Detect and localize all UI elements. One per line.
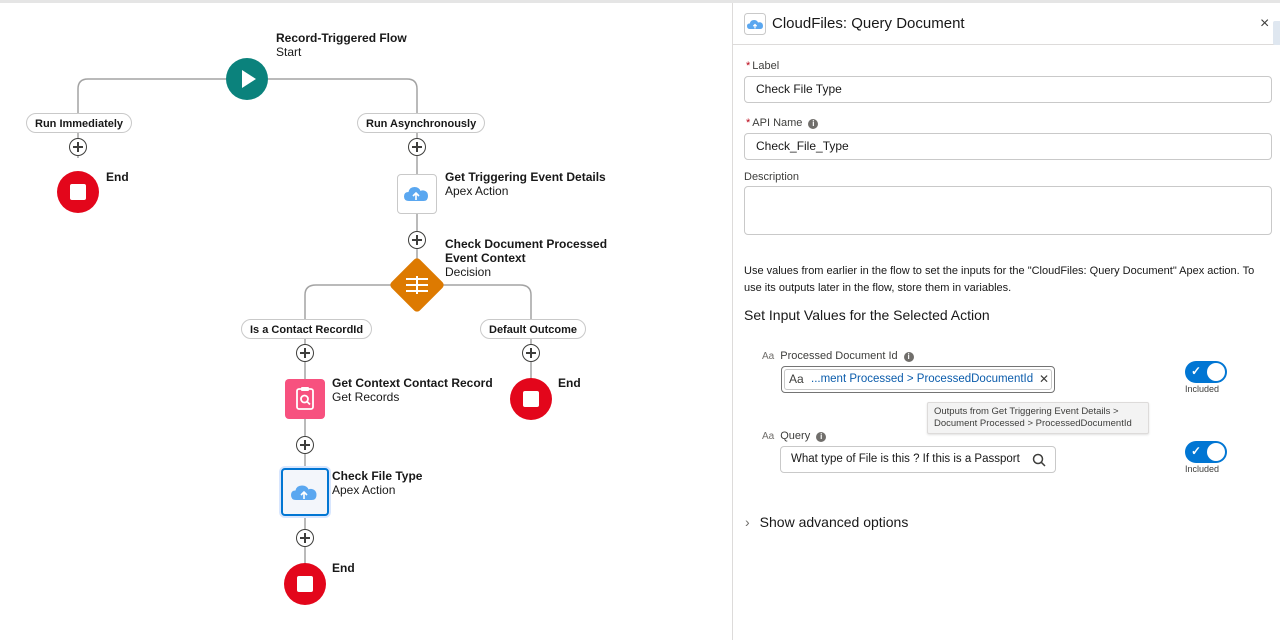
check-file-type-label: Check File Type Apex Action: [332, 469, 422, 497]
end-node[interactable]: [57, 171, 99, 213]
path-run-immediately[interactable]: Run Immediately: [26, 113, 133, 133]
end-title: End: [106, 170, 129, 184]
check-file-type-node[interactable]: [281, 468, 329, 516]
search-icon[interactable]: [1032, 453, 1046, 467]
add-element-button[interactable]: [296, 344, 314, 362]
description-field-label: Description: [744, 171, 800, 183]
check-file-type-subtitle: Apex Action: [332, 483, 396, 497]
end-label: End: [106, 170, 129, 184]
start-subtitle: Start: [276, 45, 302, 59]
param-label-text: Processed Document Id: [780, 350, 898, 362]
required-mark: *: [746, 60, 751, 72]
check-icon: ✓: [1191, 444, 1202, 458]
query-input[interactable]: What type of File is this ? If this is a…: [780, 446, 1056, 473]
decision-title-line2: Event Context: [445, 251, 526, 265]
decision-label: Check Document Processed Event Context D…: [445, 237, 607, 279]
end-label: End: [332, 561, 355, 575]
processed-document-id-input[interactable]: Aa ...ment Processed > ProcessedDocument…: [781, 366, 1055, 393]
param-query-label: Aa Query i: [762, 430, 827, 442]
section-title: Set Input Values for the Selected Action: [744, 307, 990, 323]
panel-header: CloudFiles: Query Document ×: [733, 3, 1280, 45]
add-element-button[interactable]: [69, 138, 87, 156]
included-label: Included: [1185, 384, 1220, 394]
chevron-right-icon: ›: [745, 514, 750, 530]
end-title: End: [558, 376, 581, 390]
end-node[interactable]: [510, 378, 552, 420]
show-advanced-options[interactable]: › Show advanced options: [745, 514, 908, 530]
start-title: Record-Triggered Flow: [276, 31, 407, 45]
api-name-field-label: * API Name i: [746, 117, 819, 129]
cloudfiles-icon: [744, 13, 766, 35]
param-label-text: Query: [780, 430, 811, 442]
description-textarea[interactable]: [744, 186, 1272, 235]
get-context-contact-subtitle: Get Records: [332, 390, 400, 404]
start-label: Record-Triggered Flow Start: [276, 31, 407, 59]
cloud-upload-icon: [291, 485, 317, 500]
resource-tooltip: Outputs from Get Triggering Event Detail…: [927, 402, 1149, 434]
add-element-button[interactable]: [408, 231, 426, 249]
check-file-type-title: Check File Type: [332, 469, 423, 483]
resource-pill[interactable]: Aa ...ment Processed > ProcessedDocument…: [784, 369, 1052, 390]
query-value: What type of File is this ? If this is a…: [791, 453, 1020, 465]
add-element-button[interactable]: [522, 344, 540, 362]
outcome-default[interactable]: Default Outcome: [480, 319, 587, 339]
close-button[interactable]: ×: [1260, 15, 1269, 33]
help-text: Use values from earlier in the flow to s…: [744, 265, 1255, 294]
decision-icon: [406, 276, 428, 294]
check-icon: ✓: [1191, 364, 1202, 378]
panel-title: CloudFiles: Query Document: [772, 15, 965, 32]
label-input[interactable]: Check File Type: [744, 76, 1272, 103]
get-context-contact-node[interactable]: [285, 379, 325, 419]
query-toggle[interactable]: ✓: [1185, 441, 1227, 463]
label-text: Label: [752, 60, 780, 72]
panel-edge-handle[interactable]: [1273, 21, 1280, 45]
get-triggering-event-label: Get Triggering Event Details Apex Action: [445, 170, 606, 198]
api-name-text: API Name: [752, 117, 803, 129]
end-label: End: [558, 376, 581, 390]
param-processed-document-id-label: Aa Processed Document Id i: [762, 350, 914, 362]
end-title: End: [332, 561, 355, 575]
add-element-button[interactable]: [296, 529, 314, 547]
included-label: Included: [1185, 464, 1220, 474]
tooltip-line1: Outputs from Get Triggering Event Detail…: [934, 406, 1119, 417]
properties-panel: CloudFiles: Query Document × * Label Chec…: [732, 3, 1280, 640]
end-node[interactable]: [284, 563, 326, 605]
flow-canvas[interactable]: Record-Triggered Flow Start Run Immediat…: [0, 3, 732, 640]
required-mark: *: [746, 117, 751, 129]
decision-subtitle: Decision: [445, 265, 492, 279]
cloud-upload-icon: [404, 187, 428, 201]
resource-pill-value: ...ment Processed > ProcessedDocumentId: [811, 373, 1034, 385]
label-field-label: * Label: [746, 60, 779, 72]
get-triggering-event-node[interactable]: [397, 174, 437, 214]
text-type-icon: Aa: [789, 372, 804, 386]
add-element-button[interactable]: [296, 436, 314, 454]
text-type-icon: Aa: [762, 351, 775, 362]
path-run-asynchronously[interactable]: Run Asynchronously: [357, 113, 486, 133]
info-icon[interactable]: i: [816, 432, 827, 442]
get-context-contact-title: Get Context Contact Record: [332, 376, 493, 390]
tooltip-line2: Document Processed > ProcessedDocumentId: [934, 418, 1132, 429]
start-node[interactable]: [226, 58, 268, 100]
decision-title-line1: Check Document Processed: [445, 237, 608, 251]
text-type-icon: Aa: [762, 431, 775, 442]
get-records-icon: [296, 387, 314, 410]
api-name-input[interactable]: Check_File_Type: [744, 133, 1272, 160]
add-element-button[interactable]: [408, 138, 426, 156]
advanced-label: Show advanced options: [759, 514, 909, 530]
get-triggering-event-subtitle: Apex Action: [445, 184, 509, 198]
get-triggering-event-title: Get Triggering Event Details: [445, 170, 606, 184]
outcome-is-contact-recordid[interactable]: Is a Contact RecordId: [241, 319, 373, 339]
info-icon[interactable]: i: [808, 119, 819, 129]
info-icon[interactable]: i: [903, 352, 914, 362]
remove-pill-icon[interactable]: ✕: [1039, 370, 1049, 389]
processed-document-id-toggle[interactable]: ✓: [1185, 361, 1227, 383]
get-context-contact-label: Get Context Contact Record Get Records: [332, 376, 493, 404]
